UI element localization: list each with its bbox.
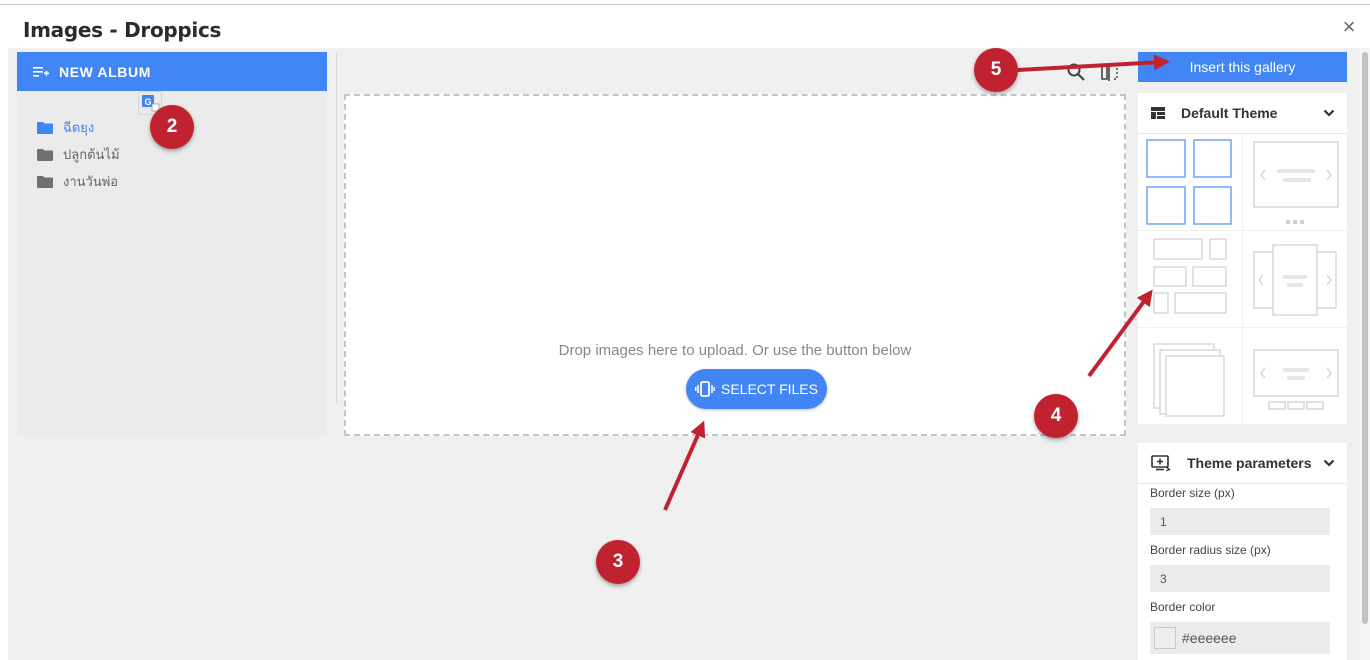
folder-icon: [37, 148, 53, 161]
album-list: ฉีดยุง ปลูกต้นไม้ งานวันพ่อ: [37, 114, 120, 195]
scrollbar-thumb[interactable]: [1362, 52, 1368, 624]
theme-header[interactable]: Default Theme: [1138, 93, 1347, 134]
album-label: ปลูกต้นไม้: [63, 148, 120, 163]
annotation-badge-4: 4: [1034, 394, 1078, 438]
annotation-badge-2: 2: [150, 105, 194, 149]
border-radius-input[interactable]: 3: [1150, 565, 1330, 592]
album-label: ฉีดยุง: [63, 121, 95, 136]
border-color-label: Border color: [1150, 600, 1216, 614]
theme-option-default[interactable]: [1138, 134, 1242, 230]
search-icon[interactable]: [1066, 62, 1086, 87]
chevron-down-icon: [1323, 109, 1335, 117]
theme-grid: [1138, 134, 1347, 424]
new-album-button[interactable]: NEW ALBUM: [17, 52, 327, 91]
theme-option-thumbnail-slider[interactable]: [1243, 328, 1347, 424]
border-size-input[interactable]: 1: [1150, 508, 1330, 535]
select-files-button[interactable]: SELECT FILES: [686, 369, 827, 409]
album-label: งานวันพ่อ: [63, 175, 119, 190]
vibration-icon: [695, 381, 715, 397]
color-swatch[interactable]: [1154, 627, 1176, 649]
theme-parameters-panel: Theme parameters Border size (px) 1 Bord…: [1138, 443, 1347, 660]
theme-title: Default Theme: [1181, 105, 1278, 121]
svg-text:G: G: [144, 97, 151, 107]
border-size-label: Border size (px): [1150, 486, 1235, 500]
theme-option-slider[interactable]: [1243, 134, 1347, 230]
theme-panel: Default Theme: [1138, 93, 1347, 424]
theme-option-masonry[interactable]: [1138, 231, 1242, 327]
theme-option-stack[interactable]: [1138, 328, 1242, 424]
insert-gallery-button[interactable]: Insert this gallery: [1138, 52, 1347, 82]
folder-icon: [37, 175, 53, 188]
dropzone-text: Drop images here to upload. Or use the b…: [558, 342, 912, 359]
folder-icon: [37, 121, 53, 134]
border-color-value: #eeeeee: [1182, 630, 1237, 646]
new-album-label: NEW ALBUM: [59, 63, 151, 80]
theme-parameters-header[interactable]: Theme parameters: [1138, 443, 1347, 484]
close-button[interactable]: ×: [1338, 16, 1360, 38]
dashboard-icon: [1151, 107, 1165, 119]
top-border: [0, 4, 1370, 5]
theme-option-carousel[interactable]: [1243, 231, 1347, 327]
chevron-down-icon: [1323, 459, 1335, 467]
add-to-queue-icon: [1151, 455, 1171, 471]
border-color-input[interactable]: #eeeeee: [1150, 622, 1330, 654]
border-radius-label: Border radius size (px): [1150, 543, 1271, 557]
annotation-badge-3: 3: [596, 540, 640, 584]
compare-icon[interactable]: [1100, 62, 1120, 87]
modal-title: Images - Droppics: [23, 18, 222, 42]
select-files-label: SELECT FILES: [720, 381, 818, 397]
upload-dropzone[interactable]: Drop images here to upload. Or use the b…: [344, 94, 1126, 436]
vertical-scrollbar[interactable]: [1360, 48, 1370, 660]
theme-parameters-title: Theme parameters: [1187, 455, 1312, 471]
playlist-add-icon: [33, 66, 49, 77]
album-item[interactable]: ปลูกต้นไม้: [37, 141, 120, 168]
column-divider: [336, 52, 337, 404]
album-item[interactable]: ฉีดยุง: [37, 114, 120, 141]
album-item[interactable]: งานวันพ่อ: [37, 168, 120, 195]
annotation-badge-5: 5: [974, 48, 1018, 92]
